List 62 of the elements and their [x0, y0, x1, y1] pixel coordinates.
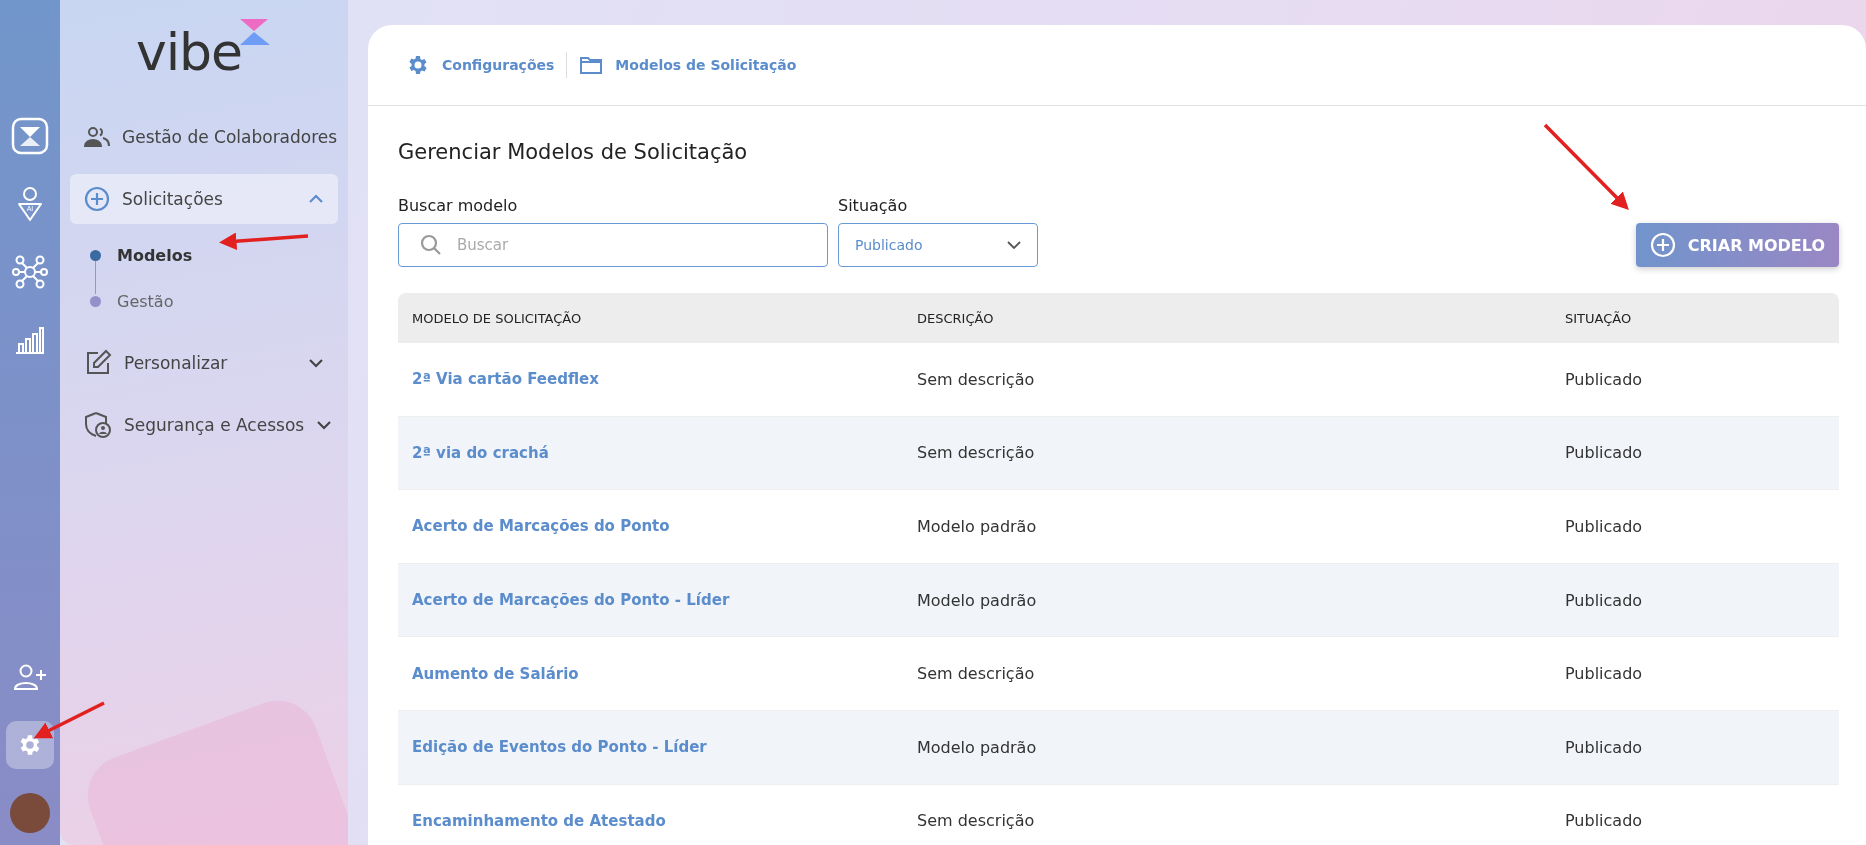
table-cell-text: Modelo padrão	[917, 737, 1038, 757]
chevron-down-icon	[316, 420, 333, 430]
table-cell-text: Publicado	[1565, 737, 1644, 757]
create-model-button[interactable]: CRIAR MODELO	[1635, 223, 1839, 267]
add-user-icon	[14, 664, 46, 690]
rail-gear-button[interactable]	[6, 721, 54, 769]
model-link[interactable]: Acerto de Marcações do Ponto	[412, 517, 917, 536]
table-cell-text: Sem descrição	[917, 811, 1036, 831]
chevron-down-icon	[1007, 240, 1021, 250]
table-cell-text: Sem descrição	[917, 664, 1036, 684]
table-cell-text: Modelo padrão	[917, 590, 1038, 610]
search-icon	[420, 234, 442, 256]
field-label: Situação	[838, 196, 909, 215]
table-cell-text: Publicado	[1565, 517, 1644, 536]
folder-icon	[579, 55, 604, 75]
people-icon	[84, 126, 110, 148]
sidebar-subitem[interactable]: Modelos	[117, 245, 193, 265]
table-cell-text: Publicado	[1565, 590, 1644, 610]
table-cell-text: Publicado	[1565, 811, 1644, 831]
sidebar-item[interactable]: Solicitações	[70, 174, 338, 224]
table-cell-text: Sem descrição	[917, 369, 1036, 389]
table-cell-text: Modelo padrão	[917, 517, 1038, 536]
table-cell-text: Publicado	[1565, 664, 1644, 684]
edit-icon	[84, 349, 112, 377]
model-link[interactable]: Aumento de Salário	[412, 664, 917, 683]
column-header: SITUAÇÃO	[1565, 310, 1633, 326]
sidebar-item-label: Personalizar	[124, 353, 229, 373]
sidebar-subitem[interactable]: Gestão	[117, 291, 174, 311]
model-link[interactable]: Edição de Eventos do Ponto - Líder	[412, 738, 917, 757]
app-logo-icon	[11, 117, 49, 155]
brand-logo-text: vibe	[135, 26, 243, 78]
timeline-dot-icon	[90, 295, 101, 307]
page-title: Gerenciar Modelos de Solicitação	[398, 140, 749, 164]
sidebar-item[interactable]: Segurança e Acessos	[70, 400, 338, 450]
timeline-dot-icon	[90, 249, 101, 261]
sidebar-item-label: Solicitações	[122, 189, 224, 209]
column-header: DESCRIÇÃO	[917, 310, 995, 326]
breadcrumb-link[interactable]: Configurações	[442, 57, 555, 73]
sidebar-item[interactable]: Gestão de Colaboradores	[70, 112, 338, 162]
model-link[interactable]: 2ª via do crachá	[412, 443, 917, 462]
shield-user-icon	[84, 411, 112, 439]
sidebar-item-label: Segurança e Acessos	[124, 415, 305, 435]
field-label: Buscar modelo	[398, 196, 519, 215]
network-nodes-icon	[12, 254, 48, 290]
table-cell-text: Publicado	[1565, 443, 1644, 463]
status-dropdown[interactable]: Publicado	[838, 223, 1038, 267]
bar-chart-icon	[15, 326, 45, 354]
breadcrumb-link[interactable]: Modelos de Solicitação	[615, 57, 797, 73]
column-header: MODELO DE SOLICITAÇÃO	[412, 310, 583, 326]
table-cell-text: Publicado	[1565, 369, 1644, 389]
table-cell-text: Sem descrição	[917, 443, 1036, 463]
model-link[interactable]: Acerto de Marcações do Ponto - Líder	[412, 591, 917, 610]
search-field[interactable]: Buscar	[398, 223, 828, 267]
sidebar-item-label: Gestão de Colaboradores	[122, 127, 338, 147]
model-link[interactable]: Encaminhamento de Atestado	[412, 811, 917, 830]
add-circle-icon	[1649, 232, 1676, 258]
annotation-arrow	[33, 701, 105, 739]
add-circle-icon	[84, 186, 110, 212]
chevron-up-icon	[308, 194, 324, 204]
sidebar-item[interactable]: Personalizar	[70, 338, 338, 388]
model-link[interactable]: 2ª Via cartão Feedflex	[412, 370, 917, 389]
chevron-down-icon	[308, 358, 324, 368]
